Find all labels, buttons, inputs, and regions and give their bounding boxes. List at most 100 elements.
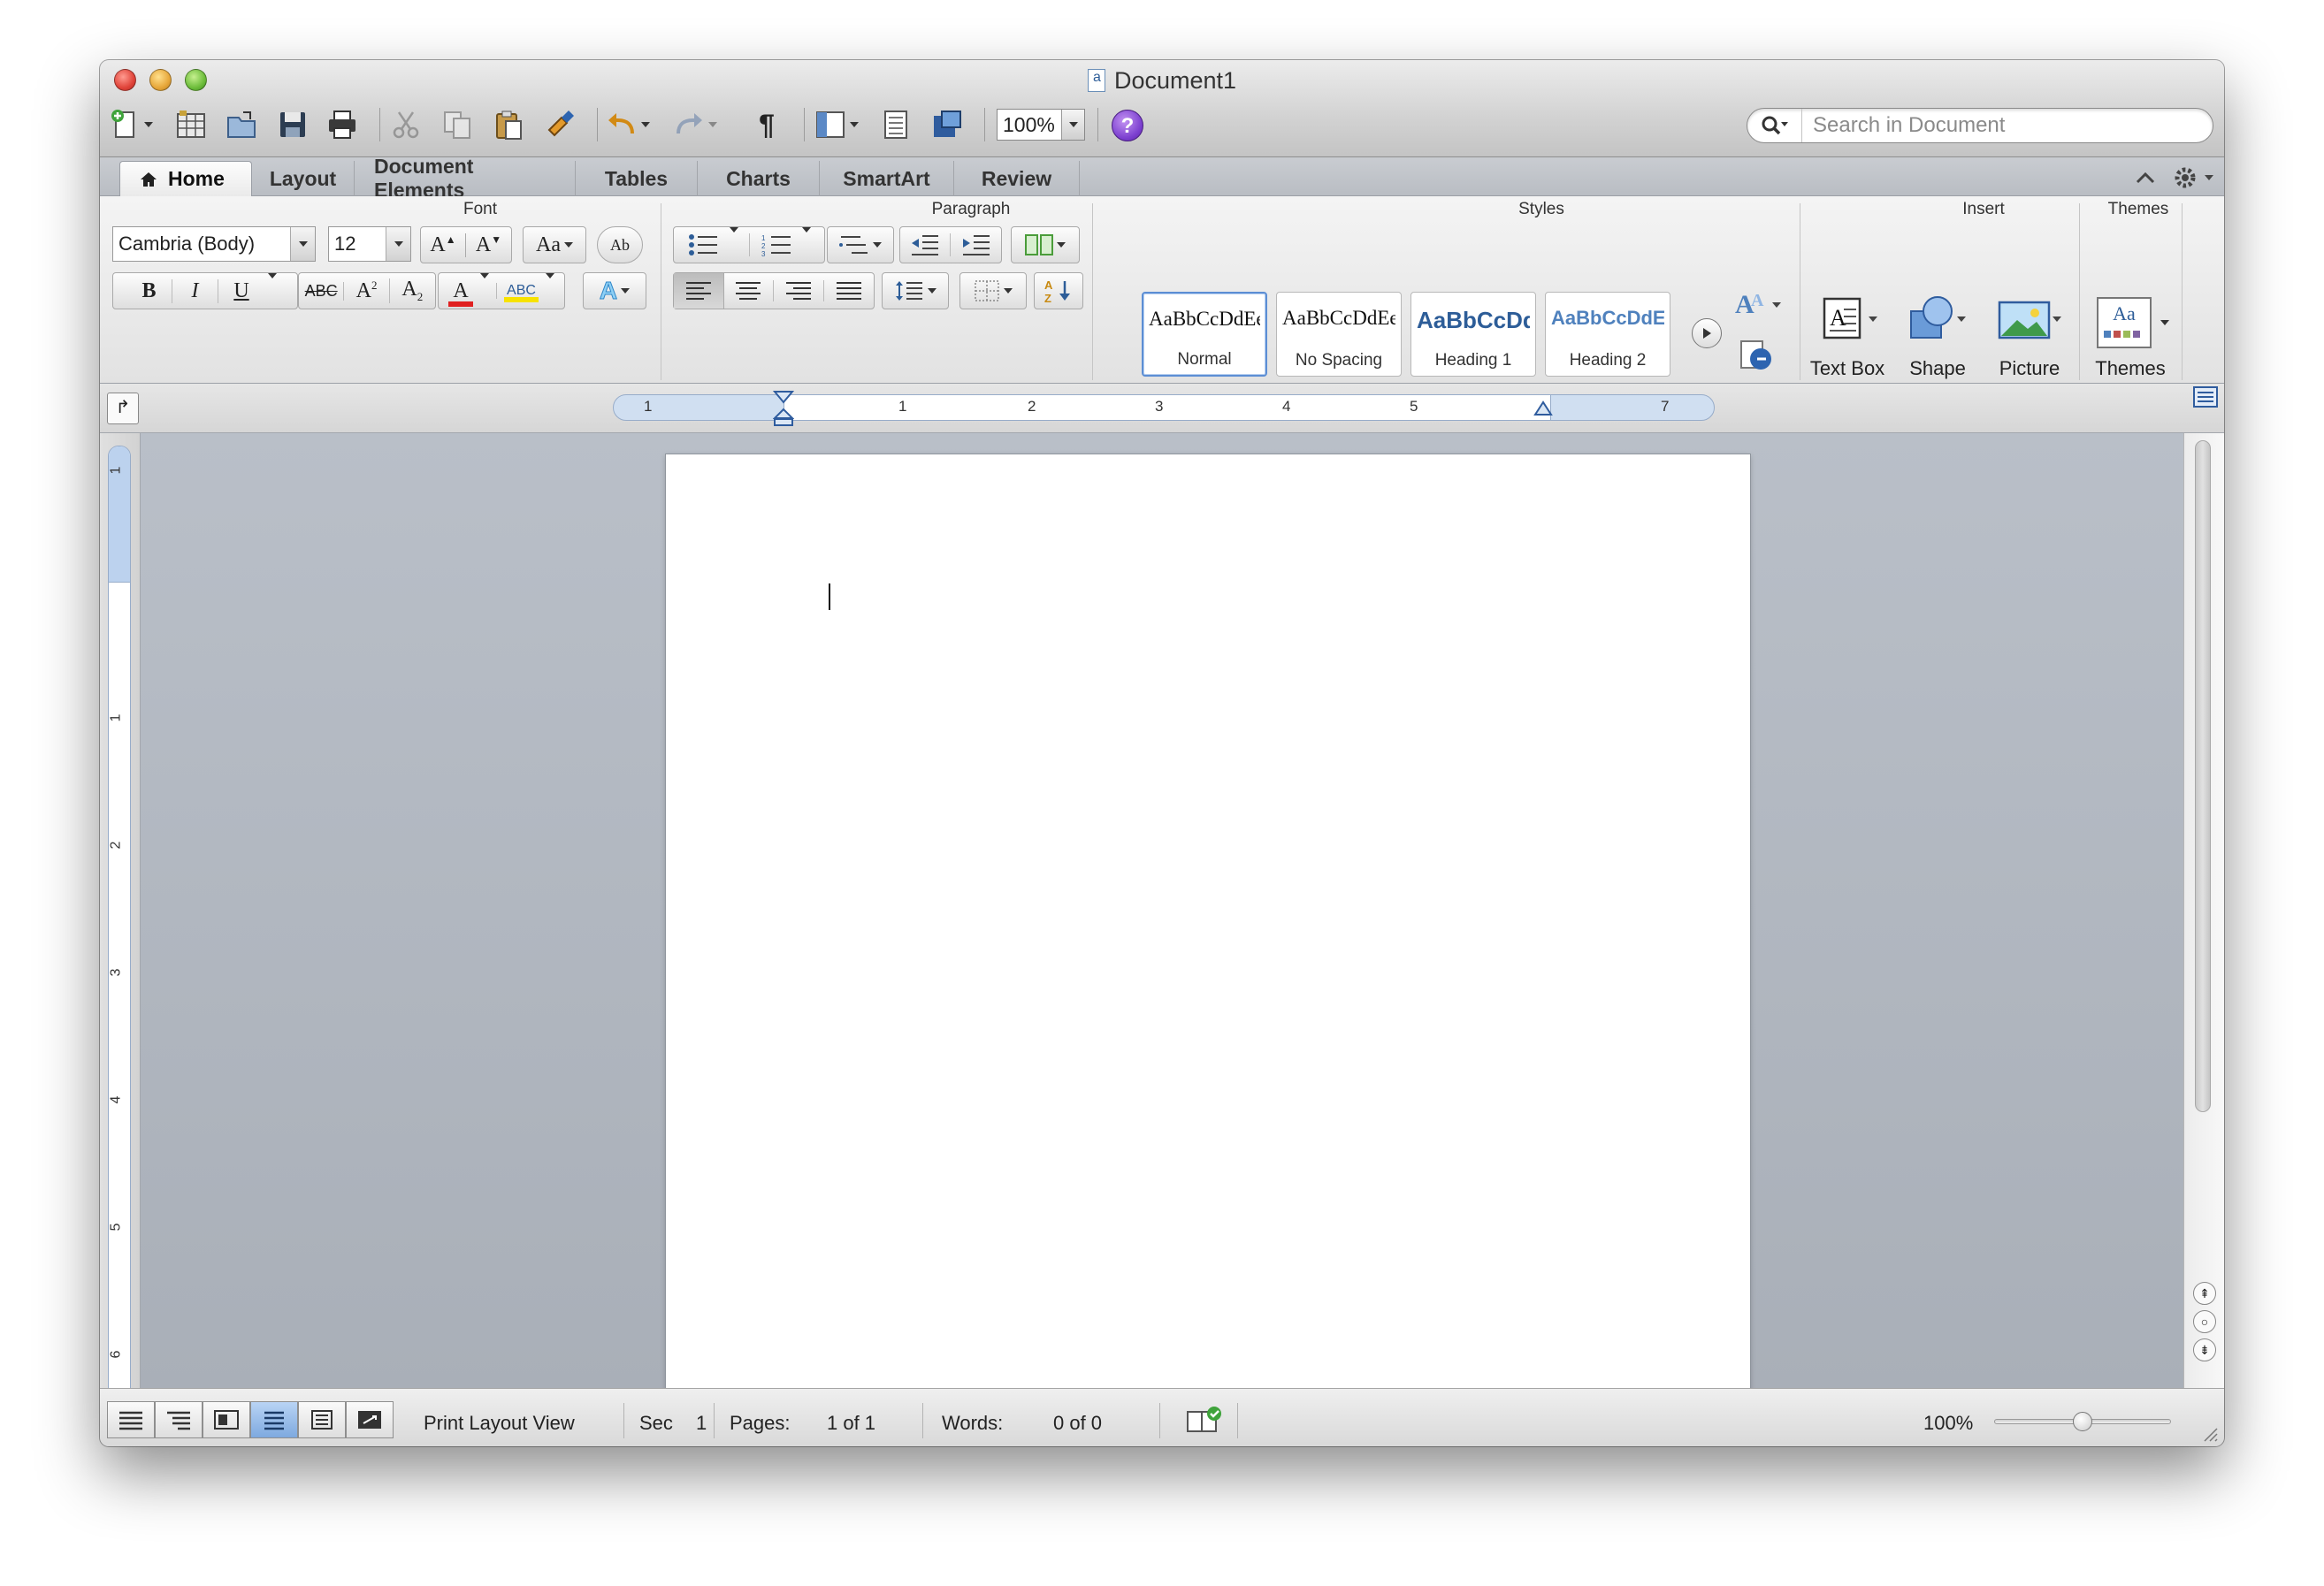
- tab-charts[interactable]: Charts: [698, 161, 820, 196]
- underline-button[interactable]: U: [218, 279, 264, 303]
- ruler-toggle-icon[interactable]: [2192, 385, 2219, 408]
- highlight-button[interactable]: ABC: [496, 283, 546, 302]
- search-icon[interactable]: [1747, 109, 1802, 142]
- spelling-button[interactable]: Ab: [597, 226, 643, 263]
- decrease-indent-button[interactable]: [900, 233, 952, 256]
- focus-view-button[interactable]: [346, 1401, 394, 1438]
- open-button[interactable]: [226, 106, 257, 143]
- vertical-scrollbar[interactable]: ⇞ ○ ⇟: [2183, 433, 2224, 1390]
- strikethrough-button[interactable]: ABC: [299, 281, 345, 301]
- next-page-button[interactable]: ⇟: [2193, 1338, 2216, 1361]
- text-effects-icon: A: [599, 277, 618, 305]
- insert-shape-button[interactable]: Shape: [1895, 292, 1980, 380]
- cut-button[interactable]: [390, 106, 422, 143]
- paste-button[interactable]: [493, 106, 524, 143]
- horizontal-ruler[interactable]: 1 1 2 3 4 5 7: [613, 391, 1715, 426]
- ribbon-settings-button[interactable]: [2173, 164, 2219, 191]
- font-family-select[interactable]: Cambria (Body): [112, 226, 316, 262]
- text-effects-button[interactable]: A: [583, 272, 646, 309]
- styles-manage-button[interactable]: [1738, 338, 1777, 373]
- style-normal[interactable]: AaBbCcDdEe Normal: [1142, 292, 1267, 377]
- font-size-select[interactable]: 12: [328, 226, 411, 262]
- font-size-dropdown-arrow[interactable]: [386, 227, 410, 261]
- copy-button[interactable]: [441, 106, 473, 143]
- numbering-dropdown-arrow[interactable]: [802, 227, 822, 257]
- draft-view-button[interactable]: [107, 1401, 155, 1438]
- show-formatting-button[interactable]: ¶: [751, 106, 783, 143]
- tab-smartart[interactable]: SmartArt: [820, 161, 954, 196]
- style-heading-1[interactable]: AaBbCcDd Heading 1: [1410, 292, 1536, 377]
- bullets-button[interactable]: [677, 233, 730, 256]
- templates-button[interactable]: [175, 106, 207, 143]
- bold-button[interactable]: B: [126, 278, 172, 303]
- print-button[interactable]: [326, 106, 358, 143]
- search-field[interactable]: [1747, 108, 2213, 143]
- tab-layout[interactable]: Layout: [252, 161, 355, 196]
- right-indent-marker-icon[interactable]: [1533, 400, 1553, 418]
- multilevel-list-button[interactable]: [827, 226, 894, 263]
- zoom-dropdown-arrow[interactable]: [1061, 110, 1084, 140]
- print-layout-view-button[interactable]: [250, 1401, 298, 1438]
- align-right-button[interactable]: [774, 280, 824, 301]
- insert-text-box-button[interactable]: A Text Box: [1805, 292, 1890, 380]
- insert-picture-button[interactable]: Picture: [1985, 292, 2074, 380]
- zoom-slider-knob[interactable]: [2073, 1412, 2092, 1431]
- save-button[interactable]: [277, 106, 309, 143]
- italic-button[interactable]: I: [172, 278, 218, 303]
- document-page[interactable]: [666, 454, 1750, 1400]
- header-footer-button[interactable]: [880, 106, 912, 143]
- tab-tables[interactable]: Tables: [576, 161, 698, 196]
- sort-button[interactable]: AZ: [1034, 272, 1083, 309]
- search-input[interactable]: [1802, 113, 2191, 138]
- font-family-dropdown-arrow[interactable]: [290, 227, 315, 261]
- tab-home[interactable]: Home: [119, 161, 252, 196]
- columns-button[interactable]: [1011, 226, 1080, 263]
- zoom-slider[interactable]: [1994, 1412, 2171, 1431]
- borders-button[interactable]: [959, 272, 1027, 309]
- browse-object-button[interactable]: ○: [2193, 1310, 2216, 1333]
- numbering-button[interactable]: 123: [749, 233, 802, 256]
- notebook-layout-view-button[interactable]: [298, 1401, 346, 1438]
- outline-view-button[interactable]: [155, 1401, 203, 1438]
- scrollbar-thumb[interactable]: [2195, 440, 2211, 1112]
- first-line-indent-marker-icon[interactable]: [773, 390, 794, 427]
- increase-indent-button[interactable]: [951, 233, 1001, 256]
- change-styles-button[interactable]: AA: [1729, 285, 1791, 324]
- line-spacing-button[interactable]: [882, 272, 949, 309]
- style-no-spacing[interactable]: AaBbCcDdEe No Spacing: [1276, 292, 1402, 377]
- tab-document-elements[interactable]: Document Elements: [355, 155, 576, 202]
- previous-page-button[interactable]: ⇞: [2193, 1282, 2216, 1305]
- vertical-ruler[interactable]: 1 1 2 3 4 5 6: [108, 446, 131, 1390]
- format-painter-button[interactable]: [544, 106, 576, 143]
- collapse-ribbon-button[interactable]: [2132, 166, 2159, 191]
- themes-button[interactable]: Aa Themes: [2084, 292, 2176, 380]
- justify-button[interactable]: [824, 280, 875, 301]
- superscript-button[interactable]: A2: [344, 278, 390, 303]
- align-left-button[interactable]: [674, 273, 724, 309]
- tab-stop-selector[interactable]: ↱: [107, 393, 139, 424]
- text-cursor: [829, 583, 830, 610]
- highlight-dropdown-arrow[interactable]: [546, 273, 562, 303]
- underline-dropdown-arrow[interactable]: [264, 273, 284, 303]
- view-sidebar-button[interactable]: [814, 106, 859, 143]
- grow-font-button[interactable]: A▲: [421, 233, 467, 257]
- styles-next-button[interactable]: [1692, 318, 1722, 348]
- font-color-button[interactable]: A: [441, 279, 480, 307]
- new-document-button[interactable]: [109, 106, 153, 143]
- change-case-button[interactable]: Aa: [523, 226, 586, 263]
- shrink-font-button[interactable]: A▼: [466, 233, 511, 257]
- redo-button[interactable]: [673, 106, 717, 143]
- tab-review[interactable]: Review: [954, 161, 1080, 196]
- zoom-select[interactable]: 100%: [997, 109, 1085, 141]
- resize-grip-icon[interactable]: [2201, 1425, 2219, 1443]
- subscript-button[interactable]: A2: [390, 278, 435, 304]
- help-button[interactable]: ?: [1112, 110, 1143, 141]
- undo-button[interactable]: [606, 106, 650, 143]
- align-center-button[interactable]: [724, 280, 774, 301]
- font-color-dropdown-arrow[interactable]: [480, 273, 496, 303]
- style-heading-2[interactable]: AaBbCcDdEe Heading 2: [1545, 292, 1670, 377]
- publishing-layout-view-button[interactable]: [203, 1401, 250, 1438]
- proofing-status-button[interactable]: [1184, 1405, 1225, 1440]
- bullets-dropdown-arrow[interactable]: [730, 227, 749, 257]
- media-browser-button[interactable]: [931, 106, 963, 143]
